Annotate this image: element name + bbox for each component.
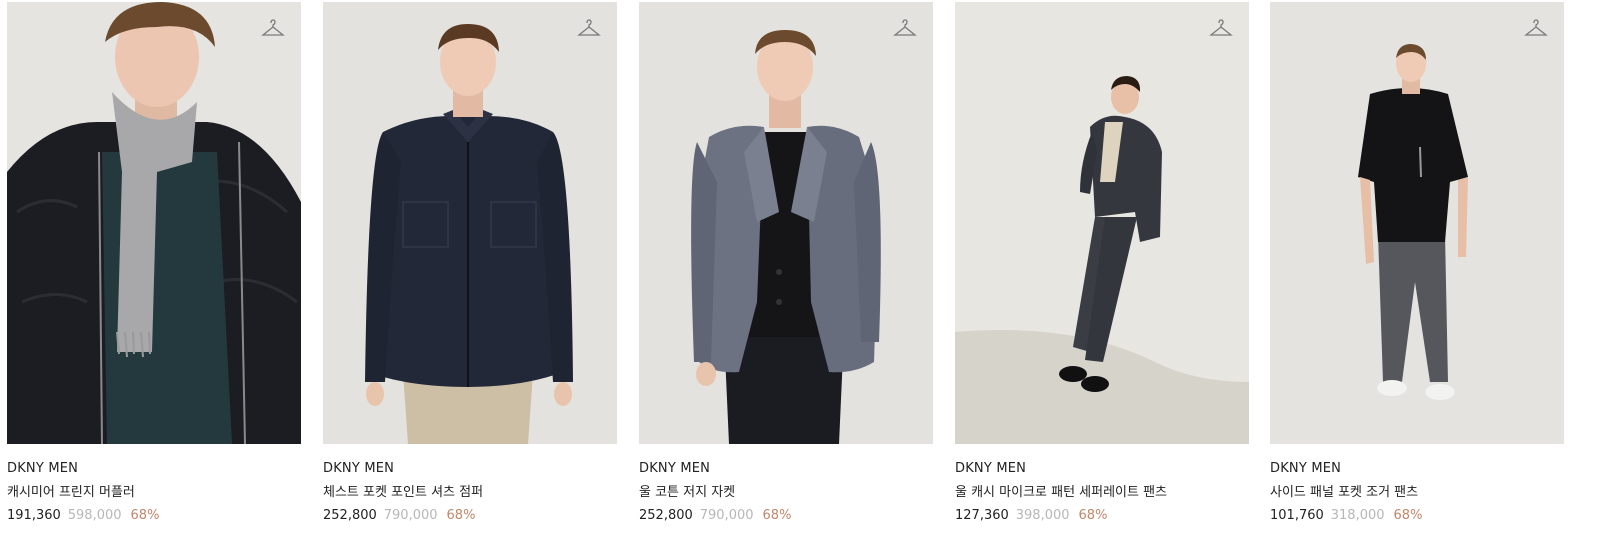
original-price: 398,000 xyxy=(1015,508,1070,523)
hanger-icon[interactable] xyxy=(1524,18,1548,40)
hanger-icon[interactable] xyxy=(1209,18,1233,40)
discount-rate: 68% xyxy=(1393,508,1423,523)
product-card[interactable]: DKNY MEN 울 캐시 마이크로 패턴 세퍼레이트 팬츠 127,360 39… xyxy=(955,2,1249,524)
product-photo-scene xyxy=(955,2,1249,444)
hanger-icon[interactable] xyxy=(261,18,285,40)
discount-rate: 68% xyxy=(1078,508,1108,523)
hanger-icon[interactable] xyxy=(893,18,917,40)
product-photo-scene xyxy=(1270,2,1564,444)
original-price: 790,000 xyxy=(699,508,754,523)
original-price: 318,000 xyxy=(1330,508,1385,523)
product-prices: 127,360 398,000 68% xyxy=(955,507,1249,524)
original-price: 790,000 xyxy=(383,508,438,523)
product-name[interactable]: 캐시미어 프린지 머플러 xyxy=(7,484,301,501)
product-image[interactable] xyxy=(7,2,301,444)
hanger-icon[interactable] xyxy=(577,18,601,40)
discount-rate: 68% xyxy=(130,508,160,523)
product-brand: DKNY MEN xyxy=(639,461,711,476)
product-photo-scene xyxy=(639,2,933,444)
product-prices: 252,800 790,000 68% xyxy=(639,507,933,524)
product-name[interactable]: 울 캐시 마이크로 패턴 세퍼레이트 팬츠 xyxy=(955,484,1249,501)
product-brand: DKNY MEN xyxy=(1270,461,1342,476)
product-card[interactable]: DKNY MEN 사이드 패널 포켓 조거 팬츠 101,760 318,000 6… xyxy=(1270,2,1564,524)
original-price: 598,000 xyxy=(67,508,122,523)
product-brand: DKNY MEN xyxy=(7,461,79,476)
product-image[interactable] xyxy=(955,2,1249,444)
product-card[interactable]: DKNY MEN 울 코튼 저지 자켓 252,800 790,000 68% xyxy=(639,2,933,524)
product-prices: 252,800 790,000 68% xyxy=(323,507,617,524)
product-card[interactable]: DKNY MEN 캐시미어 프린지 머플러 191,360 598,000 68% xyxy=(7,2,301,524)
product-card[interactable]: DKNY MEN 체스트 포켓 포인트 셔츠 점퍼 252,800 790,000… xyxy=(323,2,617,524)
product-image[interactable] xyxy=(1270,2,1564,444)
product-name[interactable]: 사이드 패널 포켓 조거 팬츠 xyxy=(1270,484,1564,501)
sale-price: 127,360 xyxy=(955,508,1009,523)
product-brand: DKNY MEN xyxy=(955,461,1027,476)
sale-price: 252,800 xyxy=(639,508,693,523)
product-name[interactable]: 울 코튼 저지 자켓 xyxy=(639,484,933,501)
product-photo-scene xyxy=(323,2,617,444)
product-image[interactable] xyxy=(323,2,617,444)
product-brand: DKNY MEN xyxy=(323,461,395,476)
product-name[interactable]: 체스트 포켓 포인트 셔츠 점퍼 xyxy=(323,484,617,501)
sale-price: 101,760 xyxy=(1270,508,1324,523)
product-photo-scene xyxy=(7,2,301,444)
product-prices: 191,360 598,000 68% xyxy=(7,507,301,524)
discount-rate: 68% xyxy=(762,508,792,523)
product-grid: DKNY MEN 캐시미어 프린지 머플러 191,360 598,000 68% xyxy=(0,0,1614,548)
product-image[interactable] xyxy=(639,2,933,444)
product-prices: 101,760 318,000 68% xyxy=(1270,507,1564,524)
discount-rate: 68% xyxy=(446,508,476,523)
sale-price: 252,800 xyxy=(323,508,377,523)
sale-price: 191,360 xyxy=(7,508,61,523)
